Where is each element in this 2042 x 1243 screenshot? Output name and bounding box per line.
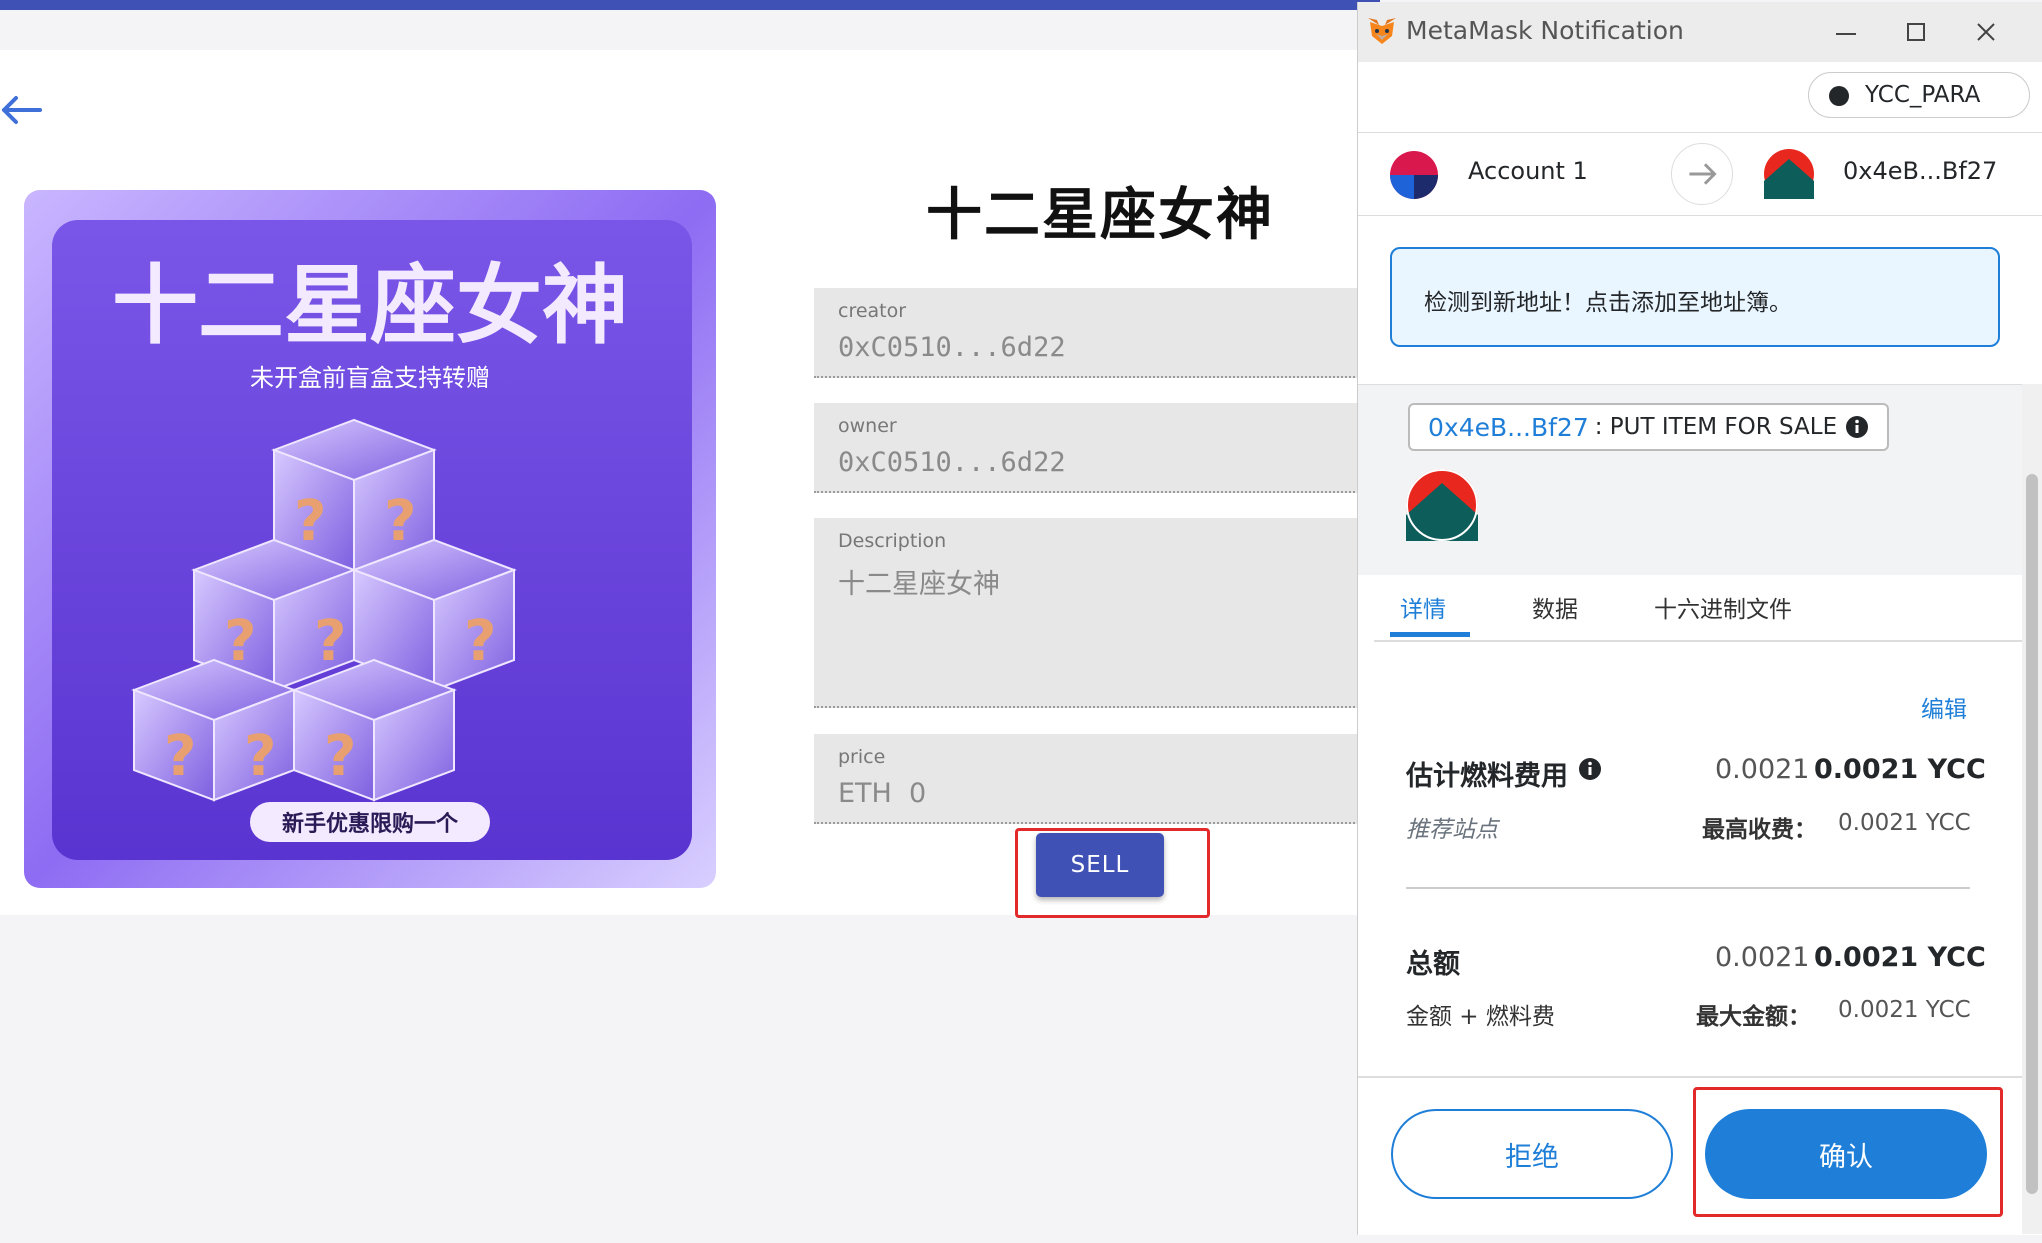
description-label: Description — [838, 530, 947, 552]
metamask-fox-icon — [1368, 18, 1396, 44]
max-fee-label: 最高收费： — [1702, 817, 1817, 843]
max-fee-value: 0.0021 YCC — [1838, 810, 1971, 836]
creator-value: 0xC0510...6d22 — [838, 332, 1066, 363]
svg-text:?: ? — [294, 489, 326, 554]
active-tab-indicator — [1390, 632, 1470, 637]
transaction-summary: 0x4eB...Bf27 : PUT ITEM FOR SALE — [1358, 384, 2022, 575]
svg-text:?: ? — [324, 724, 356, 789]
total-label: 总额 — [1406, 949, 1460, 980]
method-pill: 0x4eB...Bf27 : PUT ITEM FOR SALE — [1408, 403, 1890, 451]
svg-text:?: ? — [384, 489, 416, 554]
description-field[interactable]: Description 十二星座女神 — [814, 518, 1367, 708]
edit-link[interactable]: 编辑 — [1921, 690, 1967, 724]
price-value: ETH 0 — [838, 778, 927, 809]
gas-info-icon[interactable] — [1578, 757, 1602, 781]
gas-fee-amount-native: 0.0021 YCC — [1814, 754, 1986, 785]
nft-title: 十二星座女神 — [926, 183, 1274, 248]
svg-text:?: ? — [244, 724, 276, 789]
image-headline: 十二星座女神 — [112, 256, 628, 356]
minimize-icon[interactable] — [1826, 12, 1866, 52]
sell-button[interactable]: SELL — [1036, 833, 1164, 897]
detail-tabs: 详情 数据 十六进制文件 — [1374, 574, 2022, 642]
owner-value: 0xC0510...6d22 — [838, 447, 1066, 478]
reject-button[interactable]: 拒绝 — [1391, 1109, 1673, 1199]
recipient-address[interactable]: 0x4eB...Bf27 — [1843, 157, 1997, 185]
close-icon[interactable] — [1966, 12, 2006, 52]
total-sub-label: 金额 + 燃料费 — [1406, 1004, 1555, 1030]
tab-hex[interactable]: 十六进制文件 — [1654, 590, 1792, 624]
image-promo: 新手优惠限购一个 — [282, 811, 459, 837]
scrollbar[interactable] — [2022, 384, 2042, 1234]
creator-field[interactable]: creator 0xC0510...6d22 — [814, 288, 1367, 378]
network-name: YCC_PARA — [1865, 82, 1981, 108]
svg-text:?: ? — [464, 609, 496, 674]
max-amount-value: 0.0021 YCC — [1838, 997, 1971, 1023]
maximize-icon[interactable] — [1896, 12, 1936, 52]
window-titlebar: MetaMask Notification — [1358, 2, 2042, 62]
contract-avatar-icon — [1406, 469, 1478, 541]
price-label: price — [838, 746, 886, 768]
total-amount: 0.0021 — [1715, 942, 1810, 973]
top-app-bar — [0, 0, 1380, 10]
recipient-avatar-icon — [1764, 149, 1814, 199]
arrow-right-icon — [1671, 143, 1733, 205]
gas-fee-label: 估计燃料费用 — [1406, 761, 1568, 792]
info-icon[interactable] — [1845, 415, 1869, 439]
network-selector[interactable]: YCC_PARA — [1808, 72, 2030, 118]
metamask-window: MetaMask Notification YCC_PARA Account 1… — [1357, 2, 2042, 1235]
window-title: MetaMask Notification — [1406, 16, 1684, 45]
price-field[interactable]: price ETH 0 — [814, 734, 1367, 824]
account-avatar-icon — [1390, 151, 1438, 199]
contract-address[interactable]: 0x4eB...Bf27 — [1428, 413, 1589, 442]
tab-details[interactable]: 详情 — [1400, 590, 1446, 624]
method-name: : PUT ITEM FOR SALE — [1594, 414, 1838, 440]
gas-fee-amount: 0.0021 — [1715, 754, 1810, 785]
creator-label: creator — [838, 300, 907, 322]
scrollbar-thumb[interactable] — [2026, 474, 2038, 1194]
suggested-site-label: 推荐站点 — [1406, 817, 1498, 843]
max-amount-label: 最大金额： — [1696, 1004, 1811, 1030]
owner-field[interactable]: owner 0xC0510...6d22 — [814, 403, 1367, 493]
owner-label: owner — [838, 415, 897, 437]
new-address-alert[interactable]: 检测到新地址！点击添加至地址簿。 — [1390, 247, 2000, 347]
sender-recipient-row: Account 1 0x4eB...Bf27 — [1358, 132, 2042, 216]
image-subtitle: 未开盒前盲盒支持转赠 — [250, 364, 490, 392]
total-amount-native: 0.0021 YCC — [1814, 942, 1986, 973]
back-arrow-icon[interactable] — [0, 90, 46, 130]
description-value: 十二星座女神 — [838, 569, 1000, 600]
svg-text:?: ? — [164, 724, 196, 789]
nft-image: ? ? ? ? ? ? ? ? 十二星座女神 未开盒前盲盒支持转赠 新手优惠限购… — [24, 190, 716, 888]
from-account-name[interactable]: Account 1 — [1468, 157, 1588, 185]
tab-data[interactable]: 数据 — [1532, 590, 1578, 624]
confirm-highlight-box — [1693, 1087, 2003, 1217]
network-dot-icon — [1829, 86, 1849, 106]
footer-divider — [1358, 1076, 2022, 1078]
svg-text:?: ? — [314, 609, 346, 674]
svg-text:?: ? — [224, 609, 256, 674]
section-divider — [1406, 887, 1970, 889]
